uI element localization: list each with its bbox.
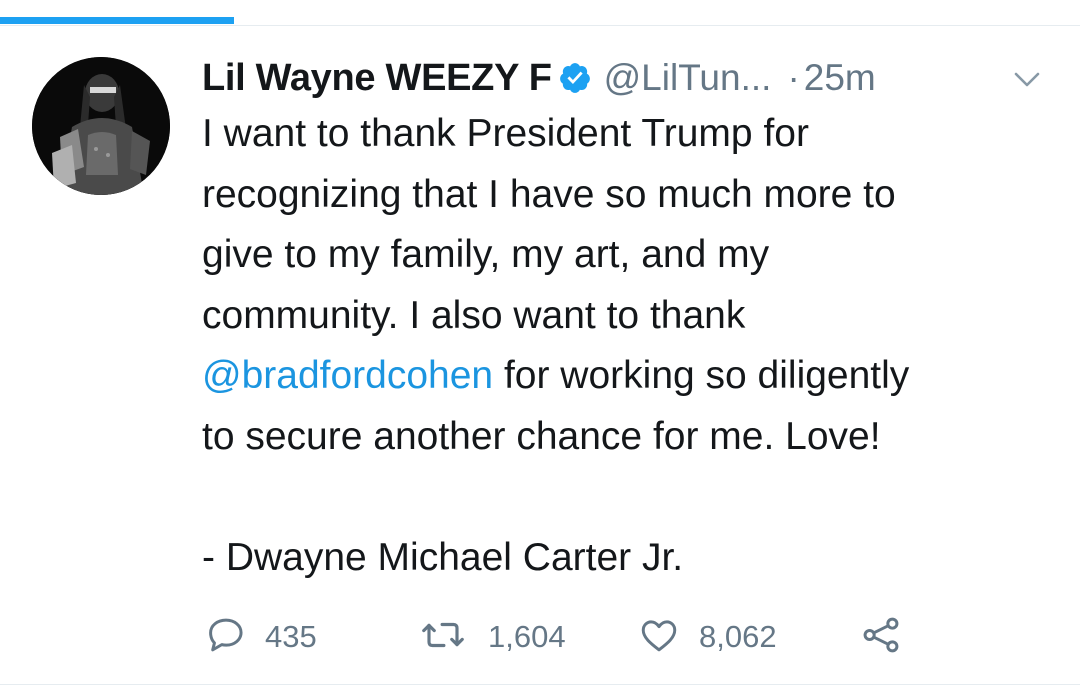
share-button[interactable] — [859, 613, 903, 661]
tweet-timestamp[interactable]: 25m — [804, 57, 876, 99]
top-tab-bar — [0, 0, 1080, 26]
tweet-text-line: give to my family, my art, and my — [202, 233, 770, 276]
bottom-divider — [0, 684, 1080, 685]
avatar[interactable] — [32, 57, 170, 195]
tweet-text-line: to secure another chance for me. Love! — [202, 414, 881, 458]
tweet-screen: Lil Wayne WEEZY F @LilTun... · 25m I wan… — [0, 0, 1080, 688]
heart-icon — [637, 614, 681, 661]
mention-link[interactable]: @bradfordcohen — [202, 354, 493, 397]
retweet-icon — [420, 614, 466, 661]
verified-badge-icon — [558, 61, 592, 95]
like-count: 8,062 — [699, 619, 777, 654]
display-name[interactable]: Lil Wayne WEEZY F — [202, 57, 552, 100]
tweet-signature: - Dwayne Michael Carter Jr. — [202, 535, 684, 579]
tweet-text-line: recognizing that I have so much more to — [202, 172, 896, 216]
active-tab-indicator — [0, 17, 234, 24]
share-icon — [859, 614, 903, 661]
header-separator: · — [787, 57, 800, 98]
tweet-header: Lil Wayne WEEZY F @LilTun... · 25m — [202, 52, 1052, 104]
avatar-image — [32, 57, 170, 195]
tweet-text: I want to thank President Trump for reco… — [202, 104, 1052, 588]
tweet-text-fragment: for working so diligently — [493, 354, 910, 397]
tweet-actions: 435 1,604 8,062 — [205, 613, 965, 661]
tweet-text-line: @bradfordcohen for working so diligently — [202, 346, 1052, 407]
reply-icon — [205, 614, 247, 661]
author-handle[interactable]: @LilTun... — [604, 57, 772, 99]
retweet-count: 1,604 — [488, 619, 566, 654]
retweet-button[interactable]: 1,604 — [420, 613, 566, 661]
reply-button[interactable]: 435 — [205, 613, 317, 661]
tweet-text-line: community. I also want to thank — [202, 293, 746, 337]
like-button[interactable]: 8,062 — [637, 613, 777, 661]
chevron-down-icon[interactable] — [1012, 64, 1042, 94]
reply-count: 435 — [265, 619, 317, 654]
tweet-text-line: I want to thank President Trump for — [202, 112, 809, 155]
